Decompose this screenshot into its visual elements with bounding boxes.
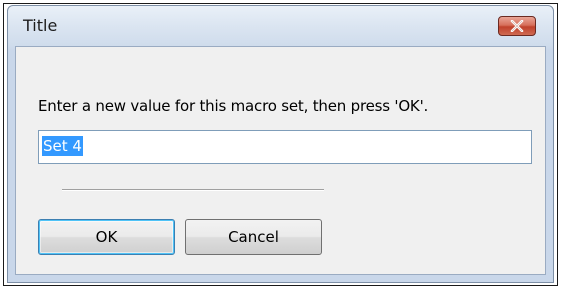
cancel-button[interactable]: Cancel bbox=[185, 219, 322, 255]
dialog-body: Enter a new value for this macro set, th… bbox=[15, 46, 546, 275]
separator-line bbox=[62, 189, 324, 191]
close-button[interactable] bbox=[498, 16, 536, 36]
dialog-window: Title Enter a new value for this macro s… bbox=[7, 5, 554, 283]
value-input[interactable]: Set 4 bbox=[38, 130, 532, 164]
input-selected-text: Set 4 bbox=[42, 136, 83, 156]
prompt-label: Enter a new value for this macro set, th… bbox=[38, 97, 429, 115]
ok-button[interactable]: OK bbox=[38, 219, 175, 255]
window-title: Title bbox=[23, 16, 58, 35]
close-icon bbox=[510, 20, 524, 32]
title-bar[interactable]: Title bbox=[15, 6, 546, 46]
